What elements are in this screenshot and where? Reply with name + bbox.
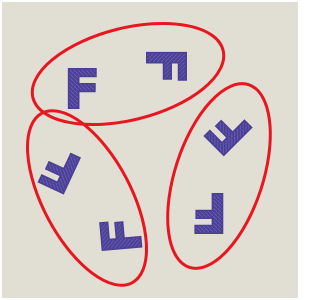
svg-text:F: F xyxy=(134,48,197,85)
embroidery-figure: F F F F F F xyxy=(0,0,300,300)
fabric-background xyxy=(2,2,298,298)
letter-f-top-right: F xyxy=(133,47,198,85)
svg-text:F: F xyxy=(191,181,228,244)
svg-text:F: F xyxy=(64,59,101,122)
letter-f-right-bottom: F xyxy=(190,180,228,245)
letter-f-top-left: F xyxy=(63,58,101,123)
embroidery-canvas: F F F F F F xyxy=(2,2,298,298)
